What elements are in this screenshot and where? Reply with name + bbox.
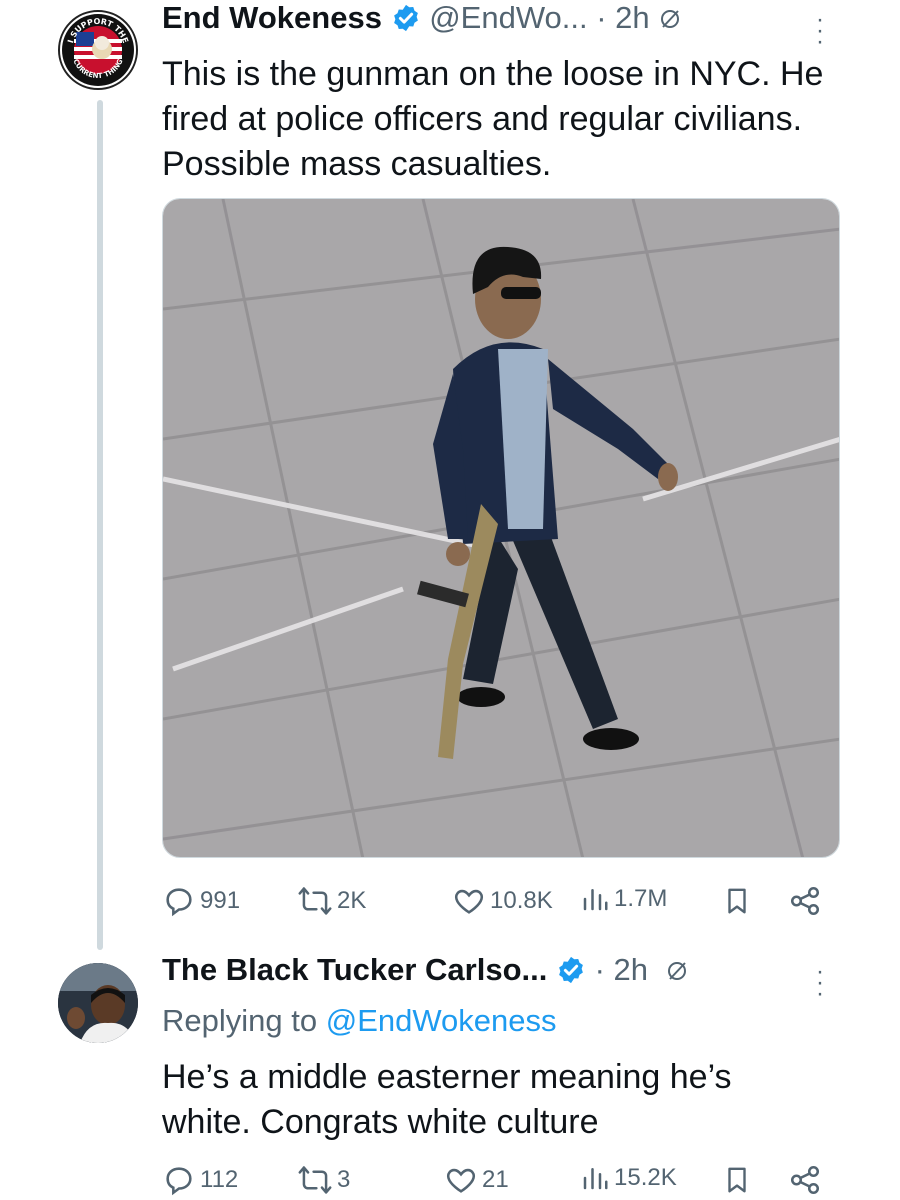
reply-icon [166,888,192,917]
author-handle[interactable]: @EndWo... [429,0,587,35]
avatar[interactable] [58,963,138,1043]
tweet-actions: 112 3 21 15.2K [162,1163,822,1197]
bookmark-icon [728,1167,746,1193]
like-count: 21 [482,1166,509,1193]
repost-count: 3 [337,1166,351,1193]
bookmark-button[interactable] [722,884,752,918]
no-reply-icon [661,10,680,28]
replying-to-label: Replying to [162,1003,318,1038]
tweet-image[interactable] [162,198,840,858]
share-icon [790,886,820,916]
views-icon [583,889,608,911]
tweet-header: The Black Tucker Carlso... · 2h [162,952,689,988]
share-icon [790,1165,820,1195]
author-name[interactable]: The Black Tucker Carlso... [162,952,547,987]
verified-badge-icon [559,956,583,984]
repost-button[interactable]: 3 [297,1163,350,1197]
replying-to-handle-link[interactable]: @EndWokeness [326,1003,557,1038]
heart-icon [454,889,484,914]
reply-count: 112 [200,1166,239,1193]
timestamp[interactable]: · 2h [596,0,649,35]
more-options-icon[interactable]: · · · [815,960,825,1006]
tweet-actions: 991 2K 10.8K 1.7M [162,884,822,918]
avatar[interactable]: I SUPPORT THE CURRENT THING [58,10,138,90]
like-count: 10.8K [490,887,553,914]
views-count: 15.2K [614,1164,677,1191]
share-button[interactable] [788,884,822,918]
views-button[interactable]: 15.2K [580,1163,677,1193]
heart-icon [446,1168,476,1193]
tweet-text: He’s a middle easterner meaning he’s whi… [162,1058,732,1141]
replying-to-line: Replying to @EndWokeness [162,1003,557,1039]
views-button[interactable]: 1.7M [580,884,667,914]
verified-badge-icon [393,4,418,32]
avatar-badge-icon: I SUPPORT THE CURRENT THING [62,14,134,86]
views-icon [583,1168,608,1190]
views-count: 1.7M [614,885,668,912]
repost-icon [298,887,332,915]
timestamp[interactable]: · 2h [595,952,648,987]
tweet-text: This is the gunman on the loose in NYC. … [162,55,824,183]
share-button[interactable] [788,1163,822,1197]
reply-icon [166,1167,192,1196]
repost-count: 2K [337,887,367,914]
repost-button[interactable]: 2K [297,884,366,918]
avatar-photo-icon [58,963,138,1043]
author-name[interactable]: End Wokeness [162,0,382,35]
bookmark-icon [728,888,746,914]
reply-count: 991 [200,887,241,914]
more-options-icon[interactable]: · · · [815,8,825,54]
tweet-header: End Wokeness @EndWo... · 2h [162,0,682,36]
bookmark-button[interactable] [722,1163,752,1197]
reply-button[interactable]: 112 [162,1163,238,1197]
photo-of-man-walking-with-rifle [163,199,839,857]
reply-button[interactable]: 991 [162,884,240,918]
like-button[interactable]: 21 [444,1163,509,1197]
repost-icon [298,1166,332,1194]
no-reply-icon [667,962,686,980]
like-button[interactable]: 10.8K [452,884,553,918]
thread-connector-line [97,100,103,950]
